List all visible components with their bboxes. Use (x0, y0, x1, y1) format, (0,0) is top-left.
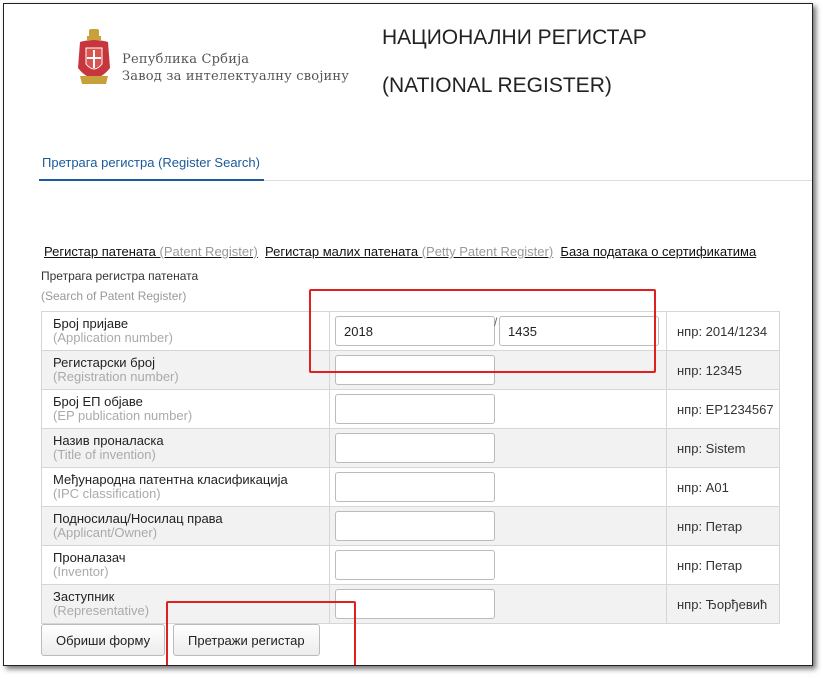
org-institute: Завод за интелектуалну својину (122, 69, 350, 84)
field-label: Број пријаве (53, 316, 129, 331)
field-example: нпр: Петар (666, 545, 780, 585)
field-example: нпр: Петар (666, 506, 780, 546)
form-row-ipc-classification: Међународна патентна класификација (IPC c… (41, 467, 780, 507)
inventor-input[interactable] (335, 550, 495, 580)
form-row-inventor: Проналазач (Inventor) нпр: Петар (41, 545, 780, 585)
field-example: нпр: Ђорђевић (666, 584, 780, 624)
field-label: Проналазач (53, 550, 126, 565)
link-certificate-database[interactable]: База података о сертификатима (560, 244, 756, 259)
field-label-en: (Title of invention) (53, 447, 156, 462)
form-title: Претрага регистра патената (41, 269, 199, 283)
clear-form-button[interactable]: Обриши форму (41, 624, 166, 656)
field-example: нпр: EP1234567 (666, 389, 780, 429)
form-row-representative: Заступник (Representative) нпр: Ђорђевић (41, 584, 780, 624)
highlight-search-button (166, 601, 356, 665)
link-patent-register[interactable]: Регистар патената (Patent Register) (44, 244, 258, 259)
field-example: нпр: 12345 (666, 350, 780, 390)
form-row-ep-publication: Број ЕП објаве (EP publication number) нп… (41, 389, 780, 429)
highlight-application-number (309, 289, 656, 373)
title-of-invention-input[interactable] (335, 433, 495, 463)
form-subtitle: (Search of Patent Register) (41, 289, 187, 303)
field-label-en: (EP publication number) (53, 408, 193, 423)
field-example: нпр: 2014/1234 (666, 311, 780, 351)
browser-window: Република Србија Завод за интелектуалну … (3, 3, 813, 666)
field-label-en: (Inventor) (53, 564, 109, 579)
ep-publication-input[interactable] (335, 394, 495, 424)
link-petty-patent-register[interactable]: Регистар малих патената (Petty Patent Re… (265, 244, 553, 259)
field-label: Међународна патентна класификација (53, 472, 288, 487)
coat-of-arms-icon (78, 29, 110, 84)
ipc-classification-input[interactable] (335, 472, 495, 502)
representative-input[interactable] (335, 589, 495, 619)
field-label: Регистарски број (53, 355, 155, 370)
register-links: Регистар патената (Patent Register) Реги… (44, 244, 756, 259)
org-name: Република Србија (122, 52, 250, 67)
page-title-en: (NATIONAL REGISTER) (382, 74, 612, 97)
field-label: Број ЕП објаве (53, 394, 143, 409)
field-label: Назив проналаска (53, 433, 164, 448)
form-row-title-of-invention: Назив проналаска (Title of invention) нпр… (41, 428, 780, 468)
applicant-owner-input[interactable] (335, 511, 495, 541)
field-label-en: (IPC classification) (53, 486, 161, 501)
field-example: нпр: A01 (666, 467, 780, 507)
page-title: НАЦИОНАЛНИ РЕГИСТАР (382, 26, 647, 49)
field-example: нпр: Sistem (666, 428, 780, 468)
field-label-en: (Application number) (53, 330, 173, 345)
field-label: Подносилац/Носилац права (53, 511, 223, 526)
active-tab-indicator (39, 179, 264, 181)
tab-register-search[interactable]: Претрага регистра (Register Search) (42, 155, 260, 170)
field-label-en: (Applicant/Owner) (53, 525, 158, 540)
field-label-en: (Registration number) (53, 369, 179, 384)
form-row-applicant-owner: Подносилац/Носилац права (Applicant/Owner… (41, 506, 780, 546)
